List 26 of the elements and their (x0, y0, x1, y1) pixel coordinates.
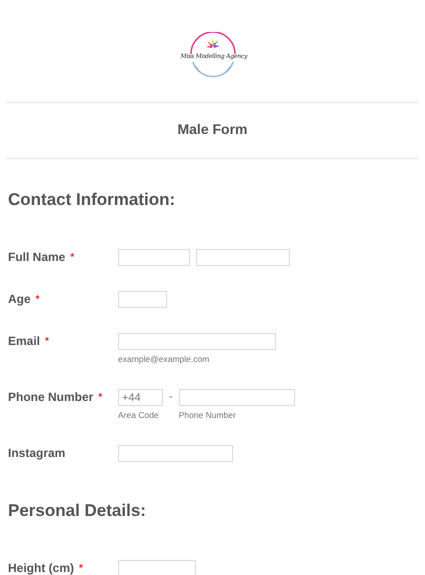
phone-field[interactable] (178, 389, 295, 406)
first-name-field[interactable] (118, 249, 190, 266)
number-field[interactable] (118, 560, 196, 575)
field-label: Instagram (8, 445, 66, 462)
age-field[interactable] (118, 291, 167, 308)
section-heading: Contact Information: (8, 190, 176, 210)
form-title: Male Form (176, 120, 248, 139)
text-field[interactable] (118, 445, 233, 462)
required-asterisk: * (98, 391, 102, 405)
field-hint: Phone Number (178, 410, 237, 420)
field-label: Full Name (8, 249, 66, 266)
field-label: Phone Number (8, 389, 94, 406)
separator-dash: - (169, 390, 173, 405)
email-field[interactable] (118, 333, 276, 350)
required-asterisk: * (36, 293, 40, 307)
field-label: Email (8, 333, 40, 350)
required-asterisk: * (45, 335, 49, 349)
field-label: Age (8, 291, 31, 308)
section-heading: Personal Details: (8, 501, 146, 521)
required-asterisk: * (79, 562, 83, 575)
required-asterisk: * (70, 251, 74, 265)
area-code-field[interactable]: +44 (118, 389, 163, 406)
field-hint: Area Code (118, 410, 160, 420)
field-label: Height (cm) (8, 560, 74, 575)
field-hint: example@example.com (118, 354, 210, 364)
last-name-field[interactable] (196, 249, 290, 266)
